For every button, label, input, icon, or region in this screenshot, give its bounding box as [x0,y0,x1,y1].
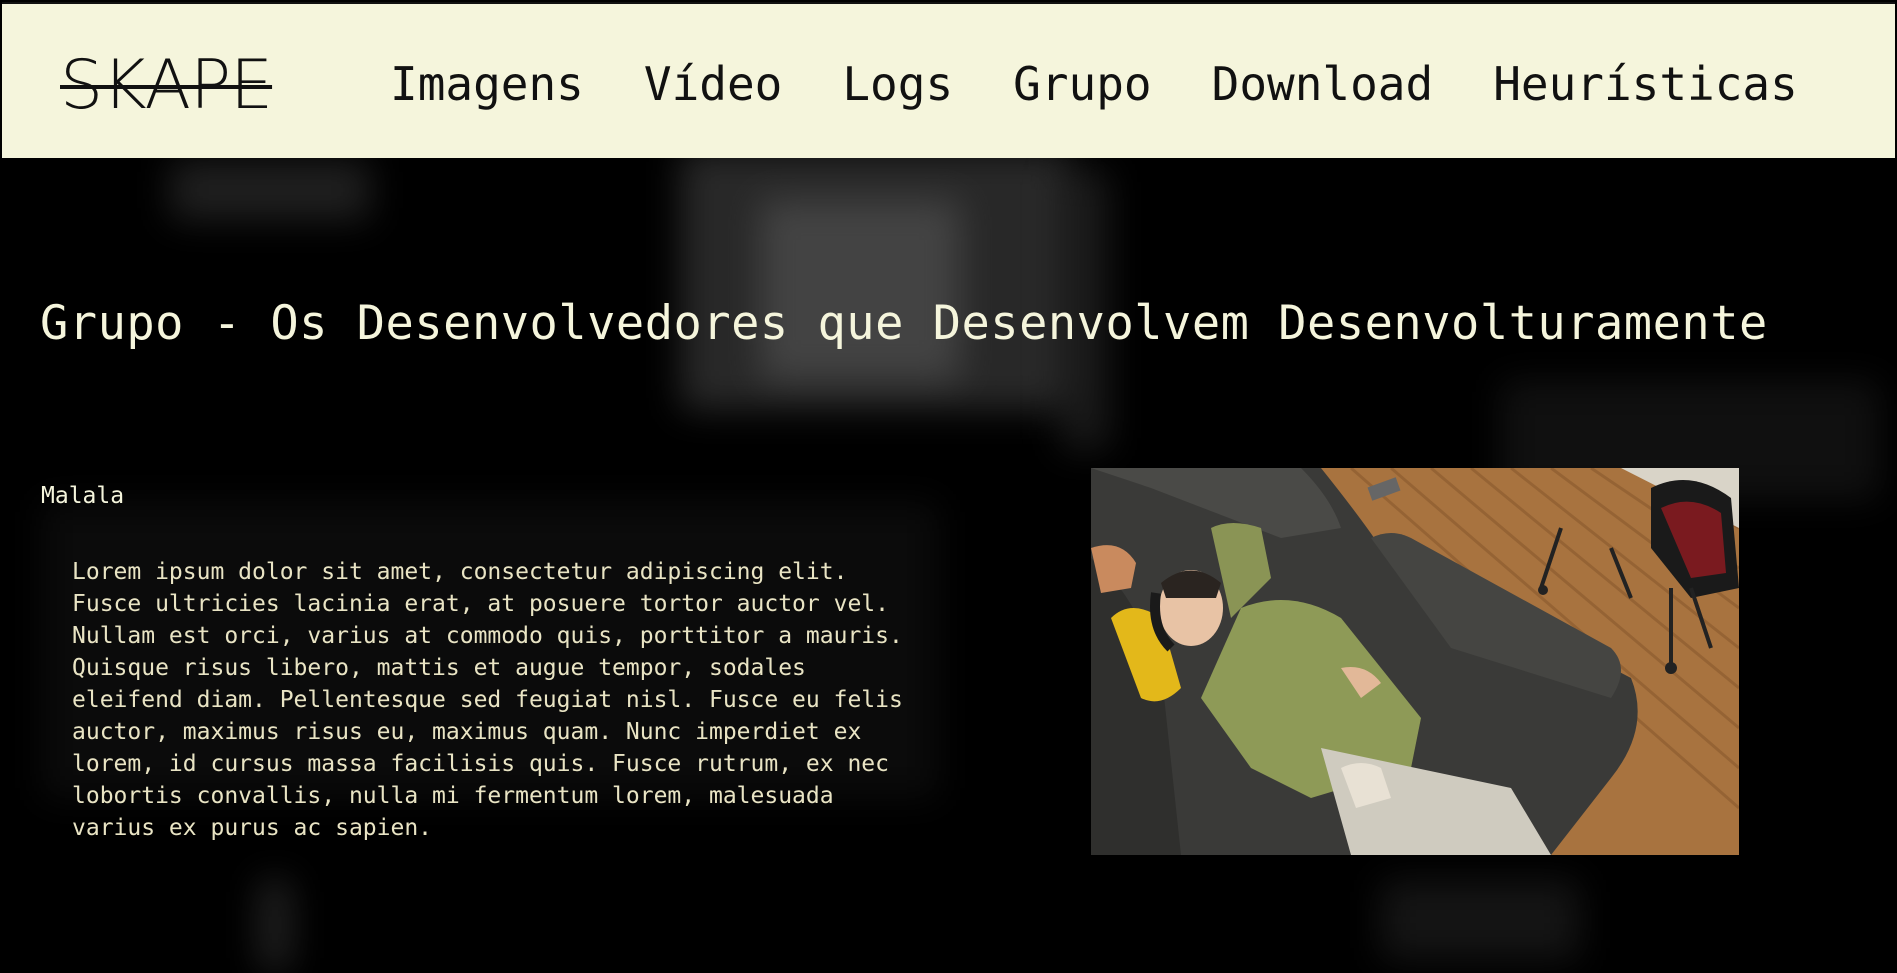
nav-item-download[interactable]: Download [1212,54,1434,114]
page: SKAPE Imagens Vídeo Logs Grupo Download … [0,0,1897,973]
nav-item-grupo[interactable]: Grupo [1013,54,1151,114]
member-photo [1091,468,1739,855]
nav-item-logs[interactable]: Logs [842,54,953,114]
top-navbar: SKAPE Imagens Vídeo Logs Grupo Download … [2,2,1895,158]
nav-item-heuristicas[interactable]: Heurísticas [1493,54,1798,114]
page-title: Grupo - Os Desenvolvedores que Desenvolv… [40,296,1768,351]
nav-item-imagens[interactable]: Imagens [390,54,584,114]
nav-item-video[interactable]: Vídeo [644,54,782,114]
main-nav: Imagens Vídeo Logs Grupo Download Heurís… [390,54,1798,114]
site-logo[interactable]: SKAPE [60,46,273,126]
member-name: Malala [41,483,125,509]
member-bio: Lorem ipsum dolor sit amet, consectetur … [72,559,903,841]
